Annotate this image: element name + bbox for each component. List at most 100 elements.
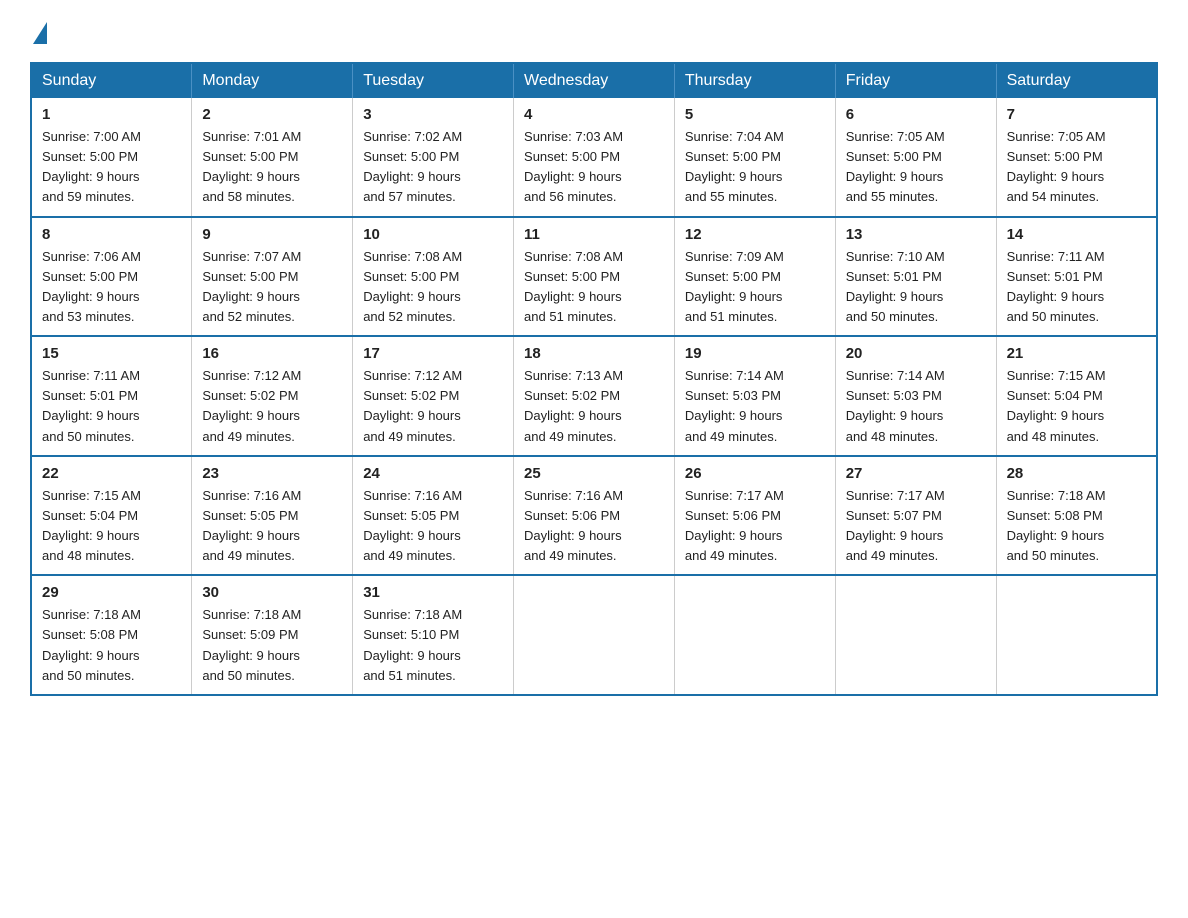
- day-cell: 24 Sunrise: 7:16 AMSunset: 5:05 PMDayligh…: [353, 456, 514, 576]
- day-cell: 17 Sunrise: 7:12 AMSunset: 5:02 PMDayligh…: [353, 336, 514, 456]
- day-info: Sunrise: 7:14 AMSunset: 5:03 PMDaylight:…: [846, 366, 986, 447]
- header-sunday: Sunday: [31, 63, 192, 98]
- day-number: 28: [1007, 465, 1146, 482]
- day-number: 27: [846, 465, 986, 482]
- day-number: 30: [202, 584, 342, 601]
- header-saturday: Saturday: [996, 63, 1157, 98]
- day-cell: 6 Sunrise: 7:05 AMSunset: 5:00 PMDaylight…: [835, 98, 996, 217]
- day-number: 12: [685, 226, 825, 243]
- header-thursday: Thursday: [674, 63, 835, 98]
- day-number: 15: [42, 345, 181, 362]
- day-info: Sunrise: 7:18 AMSunset: 5:08 PMDaylight:…: [42, 605, 181, 686]
- day-number: 16: [202, 345, 342, 362]
- day-cell: 26 Sunrise: 7:17 AMSunset: 5:06 PMDayligh…: [674, 456, 835, 576]
- day-info: Sunrise: 7:07 AMSunset: 5:00 PMDaylight:…: [202, 247, 342, 328]
- day-number: 18: [524, 345, 664, 362]
- day-info: Sunrise: 7:12 AMSunset: 5:02 PMDaylight:…: [202, 366, 342, 447]
- day-number: 17: [363, 345, 503, 362]
- day-info: Sunrise: 7:14 AMSunset: 5:03 PMDaylight:…: [685, 366, 825, 447]
- day-cell: 7Sunrise: 7:05 AMSunset: 5:00 PMDaylight…: [996, 98, 1157, 217]
- logo: [30, 20, 47, 42]
- header-tuesday: Tuesday: [353, 63, 514, 98]
- logo-triangle-icon: [33, 22, 47, 44]
- day-cell: 15 Sunrise: 7:11 AMSunset: 5:01 PMDayligh…: [31, 336, 192, 456]
- day-cell: 21 Sunrise: 7:15 AMSunset: 5:04 PMDayligh…: [996, 336, 1157, 456]
- day-info: Sunrise: 7:05 AMSunset: 5:00 PMDaylight:…: [1007, 127, 1146, 208]
- day-cell: 27 Sunrise: 7:17 AMSunset: 5:07 PMDayligh…: [835, 456, 996, 576]
- day-number: 8: [42, 226, 181, 243]
- day-info: Sunrise: 7:08 AMSunset: 5:00 PMDaylight:…: [363, 247, 503, 328]
- day-info: Sunrise: 7:08 AMSunset: 5:00 PMDaylight:…: [524, 247, 664, 328]
- day-info: Sunrise: 7:16 AMSunset: 5:05 PMDaylight:…: [363, 486, 503, 567]
- day-info: Sunrise: 7:01 AMSunset: 5:00 PMDaylight:…: [202, 127, 342, 208]
- day-info: Sunrise: 7:17 AMSunset: 5:06 PMDaylight:…: [685, 486, 825, 567]
- day-info: Sunrise: 7:18 AMSunset: 5:10 PMDaylight:…: [363, 605, 503, 686]
- day-number: 29: [42, 584, 181, 601]
- day-number: 23: [202, 465, 342, 482]
- day-info: Sunrise: 7:10 AMSunset: 5:01 PMDaylight:…: [846, 247, 986, 328]
- day-number: 31: [363, 584, 503, 601]
- day-cell: 3Sunrise: 7:02 AMSunset: 5:00 PMDaylight…: [353, 98, 514, 217]
- week-row-3: 15 Sunrise: 7:11 AMSunset: 5:01 PMDayligh…: [31, 336, 1157, 456]
- page-header: [30, 20, 1158, 42]
- header-monday: Monday: [192, 63, 353, 98]
- day-cell: 31 Sunrise: 7:18 AMSunset: 5:10 PMDayligh…: [353, 575, 514, 695]
- day-cell: 10 Sunrise: 7:08 AMSunset: 5:00 PMDayligh…: [353, 217, 514, 337]
- day-cell: 11Sunrise: 7:08 AMSunset: 5:00 PMDayligh…: [514, 217, 675, 337]
- day-info: Sunrise: 7:15 AMSunset: 5:04 PMDaylight:…: [42, 486, 181, 567]
- day-number: 5: [685, 106, 825, 123]
- day-number: 3: [363, 106, 503, 123]
- day-cell: 18 Sunrise: 7:13 AMSunset: 5:02 PMDayligh…: [514, 336, 675, 456]
- day-info: Sunrise: 7:11 AMSunset: 5:01 PMDaylight:…: [42, 366, 181, 447]
- day-cell: 22Sunrise: 7:15 AMSunset: 5:04 PMDayligh…: [31, 456, 192, 576]
- day-number: 10: [363, 226, 503, 243]
- day-cell: [996, 575, 1157, 695]
- day-cell: [674, 575, 835, 695]
- day-info: Sunrise: 7:04 AMSunset: 5:00 PMDaylight:…: [685, 127, 825, 208]
- header-friday: Friday: [835, 63, 996, 98]
- day-cell: 19 Sunrise: 7:14 AMSunset: 5:03 PMDayligh…: [674, 336, 835, 456]
- day-info: Sunrise: 7:15 AMSunset: 5:04 PMDaylight:…: [1007, 366, 1146, 447]
- day-info: Sunrise: 7:18 AMSunset: 5:09 PMDaylight:…: [202, 605, 342, 686]
- day-info: Sunrise: 7:18 AMSunset: 5:08 PMDaylight:…: [1007, 486, 1146, 567]
- day-cell: 13 Sunrise: 7:10 AMSunset: 5:01 PMDayligh…: [835, 217, 996, 337]
- day-number: 19: [685, 345, 825, 362]
- day-cell: 23 Sunrise: 7:16 AMSunset: 5:05 PMDayligh…: [192, 456, 353, 576]
- day-number: 21: [1007, 345, 1146, 362]
- day-cell: 30 Sunrise: 7:18 AMSunset: 5:09 PMDayligh…: [192, 575, 353, 695]
- day-cell: [835, 575, 996, 695]
- week-row-4: 22Sunrise: 7:15 AMSunset: 5:04 PMDayligh…: [31, 456, 1157, 576]
- day-info: Sunrise: 7:05 AMSunset: 5:00 PMDaylight:…: [846, 127, 986, 208]
- day-number: 4: [524, 106, 664, 123]
- day-cell: 12 Sunrise: 7:09 AMSunset: 5:00 PMDayligh…: [674, 217, 835, 337]
- day-number: 13: [846, 226, 986, 243]
- day-cell: 8 Sunrise: 7:06 AMSunset: 5:00 PMDaylight…: [31, 217, 192, 337]
- day-number: 24: [363, 465, 503, 482]
- day-info: Sunrise: 7:17 AMSunset: 5:07 PMDaylight:…: [846, 486, 986, 567]
- day-info: Sunrise: 7:00 AMSunset: 5:00 PMDaylight:…: [42, 127, 181, 208]
- day-number: 14: [1007, 226, 1146, 243]
- day-cell: 1 Sunrise: 7:00 AMSunset: 5:00 PMDaylight…: [31, 98, 192, 217]
- day-info: Sunrise: 7:11 AMSunset: 5:01 PMDaylight:…: [1007, 247, 1146, 328]
- day-info: Sunrise: 7:03 AMSunset: 5:00 PMDaylight:…: [524, 127, 664, 208]
- day-number: 1: [42, 106, 181, 123]
- day-cell: 20Sunrise: 7:14 AMSunset: 5:03 PMDayligh…: [835, 336, 996, 456]
- day-cell: 28 Sunrise: 7:18 AMSunset: 5:08 PMDayligh…: [996, 456, 1157, 576]
- week-row-1: 1 Sunrise: 7:00 AMSunset: 5:00 PMDaylight…: [31, 98, 1157, 217]
- day-info: Sunrise: 7:16 AMSunset: 5:05 PMDaylight:…: [202, 486, 342, 567]
- day-cell: 14 Sunrise: 7:11 AMSunset: 5:01 PMDayligh…: [996, 217, 1157, 337]
- day-number: 26: [685, 465, 825, 482]
- header-wednesday: Wednesday: [514, 63, 675, 98]
- day-cell: [514, 575, 675, 695]
- day-info: Sunrise: 7:13 AMSunset: 5:02 PMDaylight:…: [524, 366, 664, 447]
- day-info: Sunrise: 7:12 AMSunset: 5:02 PMDaylight:…: [363, 366, 503, 447]
- day-cell: 5 Sunrise: 7:04 AMSunset: 5:00 PMDaylight…: [674, 98, 835, 217]
- day-number: 25: [524, 465, 664, 482]
- day-cell: 2Sunrise: 7:01 AMSunset: 5:00 PMDaylight…: [192, 98, 353, 217]
- day-info: Sunrise: 7:06 AMSunset: 5:00 PMDaylight:…: [42, 247, 181, 328]
- day-cell: 9Sunrise: 7:07 AMSunset: 5:00 PMDaylight…: [192, 217, 353, 337]
- day-cell: 25Sunrise: 7:16 AMSunset: 5:06 PMDayligh…: [514, 456, 675, 576]
- day-info: Sunrise: 7:09 AMSunset: 5:00 PMDaylight:…: [685, 247, 825, 328]
- day-number: 6: [846, 106, 986, 123]
- day-cell: 29 Sunrise: 7:18 AMSunset: 5:08 PMDayligh…: [31, 575, 192, 695]
